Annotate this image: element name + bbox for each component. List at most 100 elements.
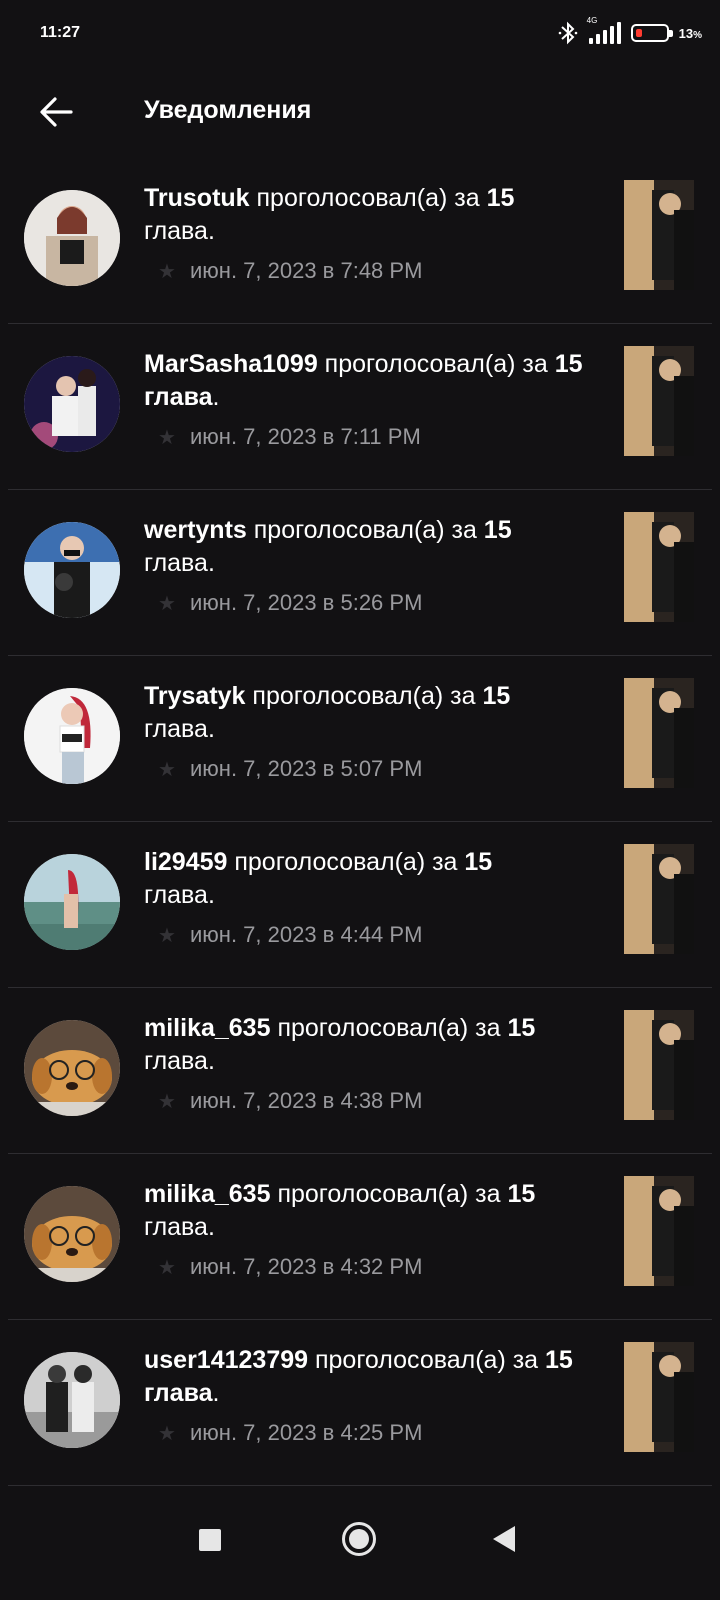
notification-meta: ★ июн. 7, 2023 в 5:07 PM — [156, 756, 422, 782]
chapter-word: глава — [144, 1213, 208, 1241]
username[interactable]: li29459 — [144, 848, 227, 876]
notification-text: MarSasha1099 проголосовал(а) за 15 глава… — [144, 350, 583, 411]
chapter-link[interactable]: 15 — [482, 682, 510, 710]
chapter-link[interactable]: 15 — [507, 1014, 535, 1042]
system-back-button[interactable] — [493, 1526, 515, 1552]
timestamp: июн. 7, 2023 в 4:38 PM — [190, 1088, 423, 1113]
timestamp: июн. 7, 2023 в 5:26 PM — [190, 590, 423, 615]
action-text: проголосовал(а) за — [245, 682, 483, 710]
notification-text: wertynts проголосовал(а) за 15 глава. — [144, 516, 512, 577]
chapter-link[interactable]: 15 — [507, 1180, 535, 1208]
notification-item[interactable]: MarSasha1099 проголосовал(а) за 15 глава… — [8, 324, 712, 490]
chapter-link[interactable]: 15 — [464, 848, 492, 876]
timestamp: июн. 7, 2023 в 4:25 PM — [190, 1420, 423, 1445]
notification-item[interactable]: Trusotuk проголосовал(а) за 15 глава. ★ и… — [8, 158, 712, 324]
star-icon: ★ — [158, 592, 176, 615]
system-nav-bar — [0, 1488, 720, 1600]
action-text: проголосовал(а) за — [270, 1014, 508, 1042]
username[interactable]: user14123799 — [144, 1346, 308, 1374]
bluetooth-icon — [558, 21, 577, 45]
avatar[interactable] — [24, 1020, 120, 1116]
story-thumbnail[interactable] — [624, 512, 694, 622]
notification-item[interactable]: li29459 проголосовал(а) за 15 глава. ★ ию… — [8, 822, 712, 988]
status-icons: 4G 13% — [557, 16, 702, 46]
recents-button[interactable] — [199, 1529, 221, 1551]
avatar[interactable] — [24, 854, 120, 950]
notification-item[interactable]: milika_635 проголосовал(а) за 15 глава. ★… — [8, 1154, 712, 1320]
chapter-word: глава — [144, 549, 208, 577]
app-header: Уведомления — [0, 70, 720, 154]
story-thumbnail[interactable] — [624, 346, 694, 456]
chapter-word: глава — [144, 217, 208, 245]
star-icon: ★ — [158, 1256, 176, 1279]
chapter-word: глава — [144, 881, 208, 909]
timestamp: июн. 7, 2023 в 7:11 PM — [190, 424, 421, 449]
timestamp: июн. 7, 2023 в 7:48 PM — [190, 258, 423, 283]
username[interactable]: Trysatyk — [144, 682, 245, 710]
avatar[interactable] — [24, 688, 120, 784]
notification-item[interactable]: milika_635 проголосовал(а) за 15 глава. ★… — [8, 988, 712, 1154]
action-text: проголосовал(а) за — [249, 184, 487, 212]
signal-icon: 4G — [587, 16, 621, 44]
story-thumbnail[interactable] — [624, 1176, 694, 1286]
timestamp: июн. 7, 2023 в 4:44 PM — [190, 922, 423, 947]
battery-percent: 13% — [678, 25, 702, 41]
notification-text: user14123799 проголосовал(а) за 15 глава… — [144, 1346, 573, 1407]
username[interactable]: MarSasha1099 — [144, 350, 318, 378]
notification-meta: ★ июн. 7, 2023 в 4:38 PM — [156, 1088, 422, 1114]
avatar[interactable] — [24, 356, 120, 452]
avatar[interactable] — [24, 1352, 120, 1448]
notification-meta: ★ июн. 7, 2023 в 4:25 PM — [156, 1420, 422, 1446]
avatar[interactable] — [24, 1186, 120, 1282]
notification-item[interactable]: wertynts проголосовал(а) за 15 глава. ★ и… — [8, 490, 712, 656]
star-icon: ★ — [158, 924, 176, 947]
notification-text: milika_635 проголосовал(а) за 15 глава. — [144, 1180, 536, 1241]
notification-text: Trysatyk проголосовал(а) за 15 глава. — [144, 682, 511, 743]
notification-meta: ★ июн. 7, 2023 в 7:48 PM — [156, 258, 422, 284]
star-icon: ★ — [158, 1090, 176, 1113]
action-text: проголосовал(а) за — [246, 516, 484, 544]
story-thumbnail[interactable] — [624, 678, 694, 788]
notification-text: milika_635 проголосовал(а) за 15 глава. — [144, 1014, 536, 1075]
chapter-link[interactable]: 15 — [487, 184, 515, 212]
action-text: проголосовал(а) за — [227, 848, 465, 876]
notification-list[interactable]: Trusotuk проголосовал(а) за 15 глава. ★ и… — [0, 158, 720, 1486]
notification-item[interactable]: Trysatyk проголосовал(а) за 15 глава. ★ и… — [8, 656, 712, 822]
back-button[interactable] — [34, 90, 78, 134]
star-icon: ★ — [158, 758, 176, 781]
arrow-left-icon — [40, 97, 73, 127]
page-title: Уведомления — [144, 96, 312, 124]
action-text: проголосовал(а) за — [308, 1346, 546, 1374]
notification-meta: ★ июн. 7, 2023 в 4:44 PM — [156, 922, 422, 948]
avatar[interactable] — [24, 190, 120, 286]
network-type: 4G — [586, 16, 598, 25]
star-icon: ★ — [158, 426, 176, 449]
star-icon: ★ — [158, 1422, 176, 1445]
timestamp: июн. 7, 2023 в 5:07 PM — [190, 756, 423, 781]
battery-icon — [630, 24, 673, 42]
chapter-link[interactable]: 15 — [484, 516, 512, 544]
story-thumbnail[interactable] — [624, 1342, 694, 1452]
avatar[interactable] — [24, 522, 120, 618]
notification-meta: ★ июн. 7, 2023 в 7:11 PM — [156, 424, 421, 450]
home-button[interactable] — [342, 1522, 376, 1556]
notification-text: li29459 проголосовал(а) за 15 глава. — [144, 848, 493, 909]
story-thumbnail[interactable] — [624, 180, 694, 290]
notification-meta: ★ июн. 7, 2023 в 4:32 PM — [156, 1254, 422, 1280]
username[interactable]: milika_635 — [144, 1014, 271, 1042]
story-thumbnail[interactable] — [624, 844, 694, 954]
timestamp: июн. 7, 2023 в 4:32 PM — [190, 1254, 423, 1279]
username[interactable]: Trusotuk — [144, 184, 250, 212]
chapter-word: глава — [144, 1047, 208, 1075]
status-bar: 11:27 4G 13% — [0, 0, 720, 70]
notification-item[interactable]: user14123799 проголосовал(а) за 15 глава… — [8, 1320, 712, 1486]
star-icon: ★ — [158, 260, 176, 283]
action-text: проголосовал(а) за — [317, 350, 555, 378]
notification-meta: ★ июн. 7, 2023 в 5:26 PM — [156, 590, 422, 616]
username[interactable]: wertynts — [144, 516, 247, 544]
username[interactable]: milika_635 — [144, 1180, 271, 1208]
notification-text: Trusotuk проголосовал(а) за 15 глава. — [144, 184, 515, 245]
status-time: 11:27 — [40, 24, 81, 41]
story-thumbnail[interactable] — [624, 1010, 694, 1120]
action-text: проголосовал(а) за — [270, 1180, 508, 1208]
